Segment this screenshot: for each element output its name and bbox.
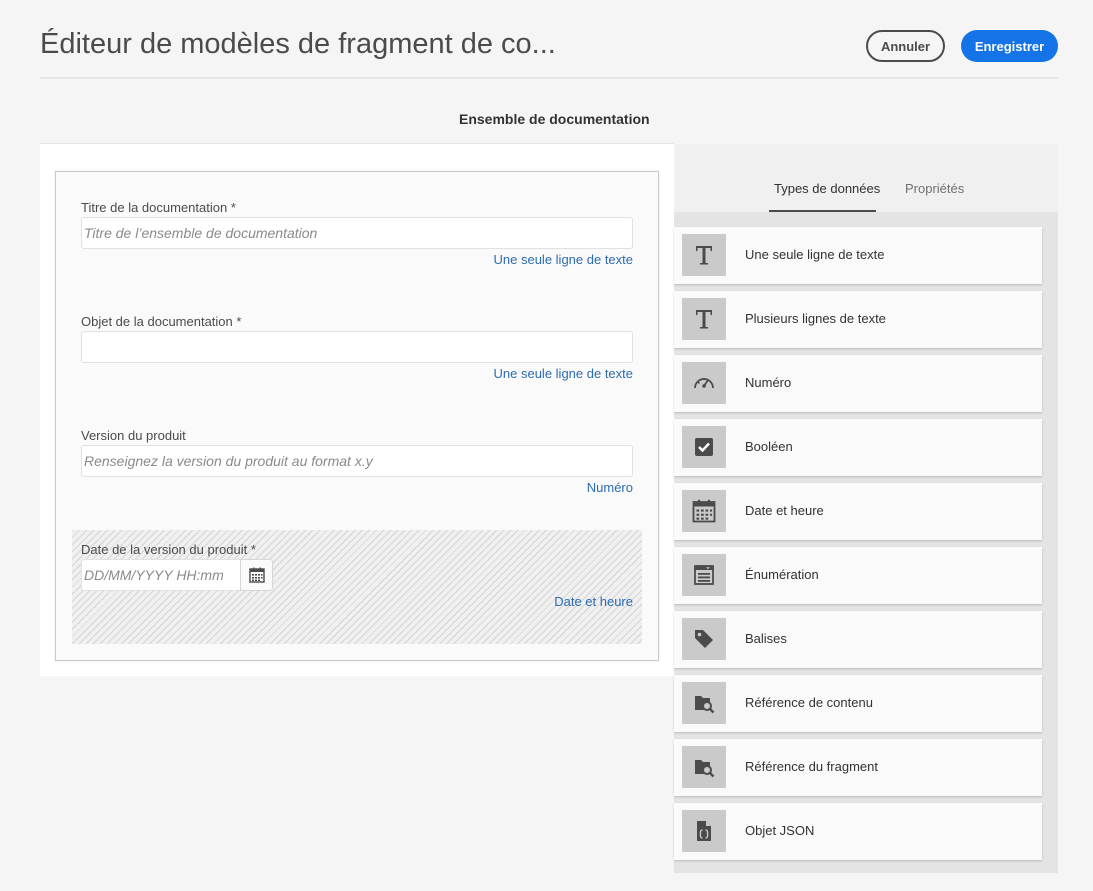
data-type-label: Objet JSON	[745, 823, 815, 838]
data-type-multi-line-text[interactable]: Plusieurs lignes de texte	[674, 291, 1042, 348]
folder-search-icon	[682, 746, 726, 788]
data-type-single-line-text[interactable]: Une seule ligne de texte	[674, 227, 1042, 284]
panel-tabs: Types de données Propriétés	[674, 144, 1058, 212]
checkbox-icon	[682, 426, 726, 468]
data-type-label: Date et heure	[745, 503, 824, 518]
data-type-number[interactable]: Numéro	[674, 355, 1042, 412]
data-type-json-object[interactable]: Objet JSON	[674, 803, 1042, 860]
model-title-bar: Ensemble de documentation	[40, 111, 1058, 131]
save-button[interactable]: Enregistrer	[961, 30, 1058, 62]
data-type-label: Booléen	[745, 439, 793, 454]
field-label: Date de la version du produit *	[81, 542, 256, 557]
json-file-icon	[682, 810, 726, 852]
tab-properties[interactable]: Propriétés	[905, 181, 964, 196]
folder-search-icon	[682, 682, 726, 724]
calendar-button[interactable]	[240, 559, 273, 591]
field-type-label: Une seule ligne de texte	[493, 366, 633, 381]
field-type-label: Une seule ligne de texte	[493, 252, 633, 267]
data-type-date-time[interactable]: Date et heure	[674, 483, 1042, 540]
doc-subject-input[interactable]	[81, 331, 633, 363]
gauge-icon	[682, 362, 726, 404]
page-title: Éditeur de modèles de fragment de co...	[40, 28, 556, 60]
model-title: Ensemble de documentation	[459, 111, 650, 127]
tag-icon	[682, 618, 726, 660]
field-label: Titre de la documentation *	[81, 200, 236, 215]
field-label: Objet de la documentation *	[81, 314, 242, 329]
model-canvas: Titre de la documentation * Une seule li…	[40, 144, 674, 676]
release-date-input[interactable]	[81, 559, 241, 591]
data-type-fragment-reference[interactable]: Référence du fragment	[674, 739, 1042, 796]
data-type-label: Balises	[745, 631, 787, 646]
form-card: Titre de la documentation * Une seule li…	[55, 171, 659, 661]
list-icon	[682, 554, 726, 596]
product-version-input[interactable]	[81, 445, 633, 477]
data-type-label: Une seule ligne de texte	[745, 247, 885, 262]
calendar-icon	[682, 490, 726, 532]
data-type-label: Référence du fragment	[745, 759, 878, 774]
text-icon	[682, 234, 726, 276]
tab-data-types[interactable]: Types de données	[774, 181, 880, 196]
cancel-button[interactable]: Annuler	[866, 30, 945, 62]
data-type-boolean[interactable]: Booléen	[674, 419, 1042, 476]
field-type-label: Date et heure	[554, 594, 633, 609]
active-tab-indicator	[769, 210, 876, 212]
data-types-panel: Types de données Propriétés Une seule li…	[674, 144, 1058, 873]
header: Éditeur de modèles de fragment de co... …	[40, 0, 1058, 79]
data-type-label: Plusieurs lignes de texte	[745, 311, 886, 326]
data-type-label: Numéro	[745, 375, 792, 390]
data-type-label: Énumération	[745, 567, 819, 582]
data-type-content-reference[interactable]: Référence de contenu	[674, 675, 1042, 732]
text-icon	[682, 298, 726, 340]
calendar-icon	[248, 567, 265, 583]
doc-title-input[interactable]	[81, 217, 633, 249]
data-type-tags[interactable]: Balises	[674, 611, 1042, 668]
field-label: Version du produit	[81, 428, 186, 443]
field-type-label: Numéro	[586, 480, 633, 495]
data-type-enumeration[interactable]: Énumération	[674, 547, 1042, 604]
data-type-label: Référence de contenu	[745, 695, 873, 710]
